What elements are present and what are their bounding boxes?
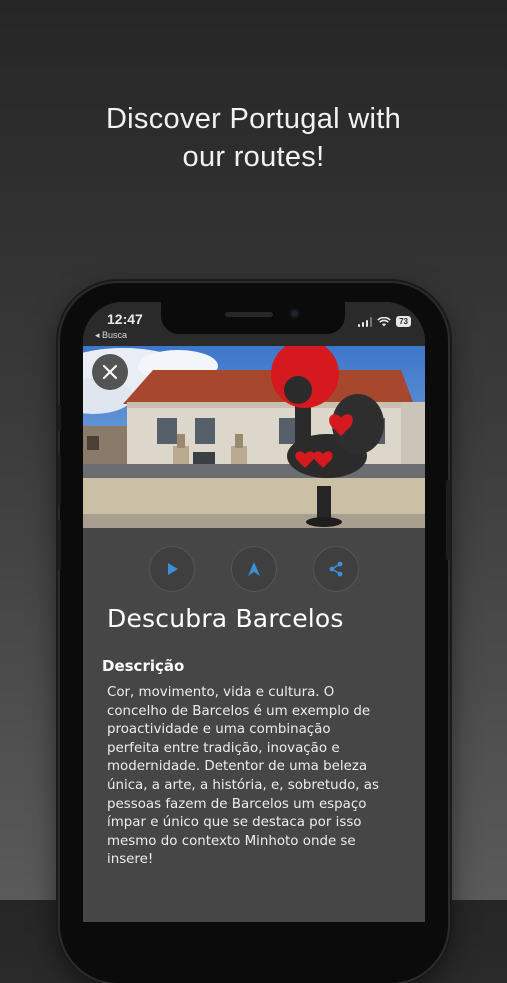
status-time: 12:47 (107, 311, 143, 327)
wifi-icon (377, 316, 391, 326)
close-icon (103, 365, 117, 379)
phone-volume-down (57, 520, 61, 570)
description-line: ímpar e único que se destaca por isso (107, 815, 362, 831)
play-route-button[interactable] (149, 546, 195, 592)
front-camera (289, 308, 300, 319)
description-line: perfeita entre tradição, inovação e (107, 740, 340, 756)
navigate-button[interactable] (231, 546, 277, 592)
phone-side-button (57, 405, 61, 431)
place-title: Descubra Barcelos (107, 604, 344, 633)
app-screen: 12:47 ◂ Busca 73 Descubra Barcelos Descr… (83, 302, 425, 922)
phone-volume-up (57, 455, 61, 505)
description-line: insere! (107, 852, 154, 868)
promo-headline: Discover Portugal with our routes! (0, 100, 507, 176)
description-line: única, a arte, a história, e, sobretudo,… (107, 777, 379, 793)
headline-line-1: Discover Portugal with (105, 103, 402, 135)
battery-icon: 73 (396, 316, 411, 327)
phone-power-button (446, 480, 450, 560)
navigation-arrow-icon (248, 562, 260, 576)
description-text: Cor, movimento, vida e cultura. O concel… (107, 684, 407, 870)
phone-notch (161, 302, 345, 334)
cellular-signal-icon (357, 316, 373, 327)
description-line: proactividade e uma combinação (107, 722, 331, 738)
barcelos-rooster-photo (83, 346, 425, 528)
description-line: pessoas fazem de Barcelos um espaço (107, 796, 367, 812)
close-button[interactable] (92, 354, 128, 390)
status-bar: 12:47 ◂ Busca 73 (83, 302, 425, 346)
speaker-grille (225, 312, 273, 317)
status-indicators: 73 (357, 316, 411, 327)
headline-line-2: our routes! (182, 141, 325, 173)
hero-image (83, 346, 425, 528)
description-line: Cor, movimento, vida e cultura. O (107, 685, 335, 700)
description-label: Descrição (102, 657, 185, 675)
play-icon (168, 563, 178, 575)
description-line: concelho de Barcelos é um exemplo de (107, 703, 371, 719)
description-line: modernidade. Detentor de uma beleza (107, 759, 368, 775)
back-to-app-link[interactable]: ◂ Busca (95, 330, 127, 341)
share-button[interactable] (313, 546, 359, 592)
share-icon (329, 561, 343, 577)
description-line: mesmo do contexto Minhoto onde se (107, 833, 356, 849)
